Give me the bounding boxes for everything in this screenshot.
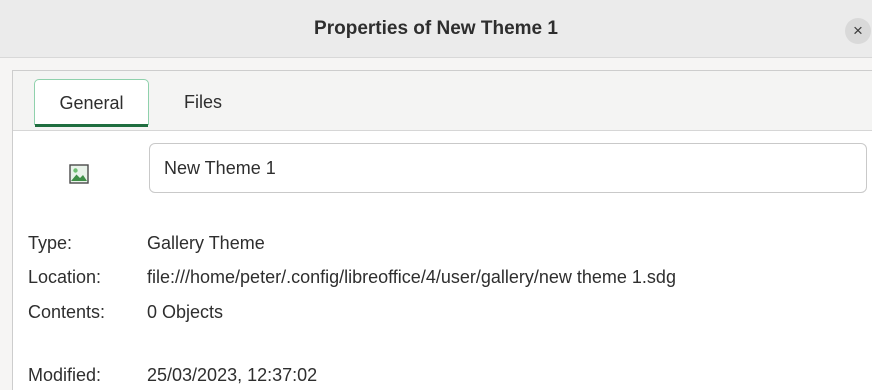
contents-label: Contents: <box>28 302 106 322</box>
type-label: Type: <box>28 233 73 253</box>
image-icon <box>69 164 89 184</box>
modified-label: Modified: <box>28 365 102 385</box>
type-value: Gallery Theme <box>147 233 265 253</box>
title-bar: Properties of New Theme 1 × <box>0 0 872 58</box>
location-label: Location: <box>28 267 102 287</box>
contents-value: 0 Objects <box>147 302 224 322</box>
modified-value: 25/03/2023, 12:37:02 <box>147 365 318 385</box>
tab-bar: General Files <box>13 71 872 131</box>
properties-panel: General Files Type: Gallery Theme Locati… <box>12 70 872 390</box>
close-button[interactable]: × <box>845 18 871 44</box>
location-value: file:///home/peter/.config/libreoffice/4… <box>147 267 676 287</box>
tab-files[interactable]: Files <box>163 79 243 125</box>
tab-general[interactable]: General <box>34 79 149 127</box>
dialog-title: Properties of New Theme 1 <box>314 18 558 39</box>
close-icon: × <box>853 21 863 40</box>
theme-name-input[interactable] <box>149 143 867 193</box>
